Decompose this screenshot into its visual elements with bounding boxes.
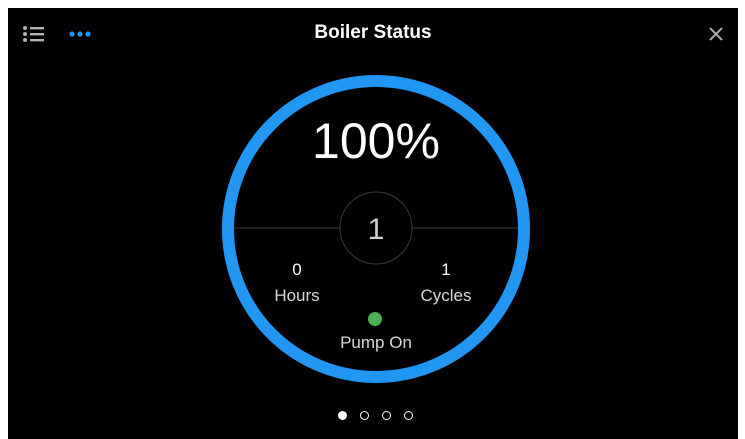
hours-value: 0 bbox=[292, 260, 302, 279]
page-dot-1[interactable] bbox=[338, 411, 347, 420]
boiler-status-screen: Boiler Status 100% 1 0 Hours 1 Cycles Pu… bbox=[8, 8, 738, 439]
page-title: Boiler Status bbox=[314, 22, 432, 43]
pump-status-indicator bbox=[368, 312, 382, 326]
percent-value: 100% bbox=[312, 113, 440, 169]
page-indicator bbox=[338, 411, 418, 423]
pump-status-label: Pump On bbox=[340, 333, 412, 352]
hours-label: Hours bbox=[274, 286, 320, 305]
page-dot-3[interactable] bbox=[382, 411, 391, 420]
cycles-value: 1 bbox=[441, 260, 451, 279]
center-value: 1 bbox=[367, 213, 385, 246]
page-dot-2[interactable] bbox=[360, 411, 369, 420]
close-icon[interactable] bbox=[706, 24, 726, 44]
page-dot-4[interactable] bbox=[404, 411, 413, 420]
top-bar: Boiler Status bbox=[8, 8, 738, 58]
cycles-label: Cycles bbox=[420, 286, 472, 305]
